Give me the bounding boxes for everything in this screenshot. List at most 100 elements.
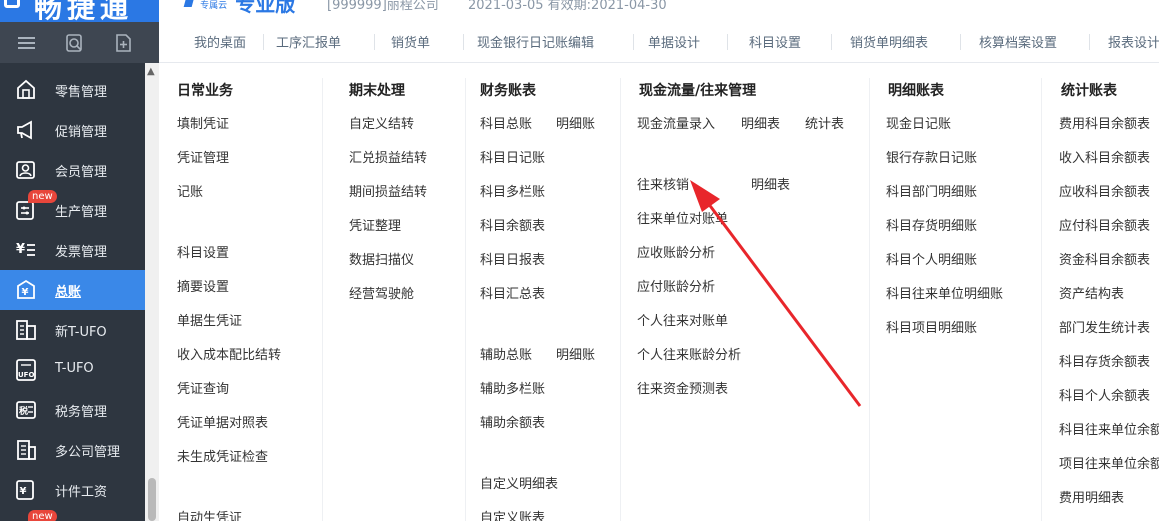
menu-item[interactable]: 明细表 (751, 174, 790, 193)
menu-item[interactable]: 科目往来单位余额表 (1059, 419, 1159, 438)
search-document-icon[interactable] (65, 33, 85, 53)
tab-cash-bank-journal-edit[interactable]: 现金银行日记账编辑 (477, 32, 594, 51)
menu-item[interactable]: 期间损益结转 (349, 181, 427, 200)
menu-item[interactable]: 科目存货明细账 (886, 215, 977, 234)
menu-item[interactable]: 单据生凭证 (177, 310, 242, 329)
menu-item[interactable]: 明细表 (741, 113, 780, 132)
sidebar: 零售管理 促销管理 会员管理 生产管理 new ¥ 发票管理 ¥ 总账 新T-U… (0, 63, 159, 521)
menu-item[interactable]: 自定义明细表 (480, 473, 558, 492)
scroll-up-arrow-icon[interactable]: ▲ (147, 66, 155, 77)
add-document-icon[interactable] (113, 33, 133, 53)
menu-item[interactable]: 收入科目余额表 (1059, 147, 1150, 166)
tab-divider (1089, 34, 1090, 50)
menu-item[interactable]: 往来单位对账单 (637, 208, 728, 227)
sidebar-item-label: 会员管理 (55, 165, 108, 180)
menu-item[interactable]: 资产结构表 (1059, 283, 1124, 302)
menu-item[interactable]: 银行存款日记账 (886, 147, 977, 166)
sidebar-scroll-thumb[interactable] (148, 478, 156, 521)
menu-item[interactable]: 科目设置 (177, 242, 229, 261)
menu-item[interactable]: 明细账 (556, 344, 595, 363)
tax-icon: 税 (16, 401, 36, 419)
menu-item[interactable]: 辅助余额表 (480, 412, 545, 431)
menu-item[interactable]: 应付科目余额表 (1059, 215, 1150, 234)
sidebar-item-new-tufo[interactable]: 新T-UFO (0, 310, 145, 350)
menu-item[interactable]: 往来资金预测表 (637, 378, 728, 397)
sidebar-scrollbar[interactable] (145, 63, 159, 521)
sidebar-item-general-ledger[interactable]: ¥ 总账 (0, 270, 145, 310)
menu-item[interactable]: 经营驾驶舱 (349, 283, 414, 302)
menu-item[interactable]: 部门发生统计表 (1059, 317, 1150, 336)
menu-item[interactable]: 填制凭证 (177, 113, 229, 132)
menu-item[interactable]: 科目日记账 (480, 147, 545, 166)
menu-item[interactable]: 记账 (177, 181, 203, 200)
menu-item[interactable]: 科目项目明细账 (886, 317, 977, 336)
sidebar-item-promotion[interactable]: 促销管理 (0, 110, 145, 150)
menu-item[interactable]: 费用明细表 (1059, 487, 1124, 506)
tab-divider (463, 34, 464, 50)
menu-item[interactable]: 个人往来对账单 (637, 310, 728, 329)
menu-item[interactable]: 资金科目余额表 (1059, 249, 1150, 268)
menu-item[interactable]: 自定义结转 (349, 113, 414, 132)
menu-item[interactable]: 汇兑损益结转 (349, 147, 427, 166)
tab-report-design[interactable]: 报表设计 (1108, 32, 1159, 51)
menu-item[interactable]: 未生成凭证检查 (177, 446, 268, 465)
menu-item[interactable]: 科目部门明细账 (886, 181, 977, 200)
menu-item[interactable]: 凭证查询 (177, 378, 229, 397)
tab-process-report[interactable]: 工序汇报单 (276, 32, 341, 51)
sidebar-item-multi-company[interactable]: 多公司管理 (0, 430, 145, 470)
menu-item[interactable]: 现金日记账 (886, 113, 951, 132)
menu-item[interactable]: 科目个人余额表 (1059, 385, 1150, 404)
sidebar-item-piece-wage[interactable]: ¥ 计件工资 (0, 470, 145, 510)
menu-item[interactable]: 凭证管理 (177, 147, 229, 166)
tab-my-desktop[interactable]: 我的桌面 (194, 32, 246, 51)
menu-item[interactable]: 科目个人明细账 (886, 249, 977, 268)
menu-item[interactable]: 摘要设置 (177, 276, 229, 295)
menu-item[interactable]: 科目余额表 (480, 215, 545, 234)
menu-item[interactable]: 收入成本配比结转 (177, 344, 281, 363)
sidebar-item-tax[interactable]: 税 税务管理 (0, 390, 145, 430)
menu-item[interactable]: 科目总账 (480, 113, 532, 132)
menu-item-reconciliation[interactable]: 往来核销 (637, 174, 689, 193)
column-divider (620, 78, 621, 521)
menu-item[interactable]: 凭证单据对照表 (177, 412, 268, 431)
menu-item[interactable]: 辅助总账 (480, 344, 532, 363)
app-logo[interactable]: 畅捷通 (0, 0, 159, 22)
tab-sales-order[interactable]: 销货单 (391, 32, 430, 51)
menu-item[interactable]: 应付账龄分析 (637, 276, 715, 295)
sidebar-item-invoice[interactable]: ¥ 发票管理 (0, 230, 145, 270)
menu-item[interactable]: 科目存货余额表 (1059, 351, 1150, 370)
menu-column-title: 财务账表 (480, 83, 536, 99)
sidebar-item-label: 多公司管理 (55, 445, 121, 460)
menu-item[interactable]: 应收科目余额表 (1059, 181, 1150, 200)
menu-item[interactable]: 自动生凭证 (177, 507, 242, 521)
menu-item[interactable]: 应收账龄分析 (637, 242, 715, 261)
sidebar-item-production[interactable]: 生产管理 (0, 190, 145, 230)
tab-document-design[interactable]: 单据设计 (648, 32, 700, 51)
menu-item[interactable]: 费用科目余额表 (1059, 113, 1150, 132)
menu-item[interactable]: 现金流量录入 (637, 113, 715, 132)
tab-divider (633, 34, 634, 50)
general-ledger-menu: 日常业务 填制凭证 凭证管理 记账 科目设置 摘要设置 单据生凭证 收入成本配比… (159, 63, 1159, 521)
menu-item[interactable]: 科目多栏账 (480, 181, 545, 200)
tab-accounting-archive-settings[interactable]: 核算档案设置 (979, 32, 1057, 51)
menu-item[interactable]: 科目日报表 (480, 249, 545, 268)
menu-item[interactable]: 自定义账表 (480, 507, 545, 521)
sidebar-item-retail[interactable]: 零售管理 (0, 70, 145, 110)
tab-divider (831, 34, 832, 50)
menu-item[interactable]: 项目往来单位余额表 (1059, 453, 1159, 472)
menu-item[interactable]: 辅助多栏账 (480, 378, 545, 397)
menu-item[interactable]: 凭证整理 (349, 215, 401, 234)
top-bar: 畅捷通 专属云 专业版 [999999]丽程公司 2021-03-05 有效期:… (0, 0, 1159, 22)
company-name[interactable]: [999999]丽程公司 (327, 0, 439, 13)
menu-item[interactable]: 明细账 (556, 113, 595, 132)
sidebar-item-tufo[interactable]: UFO T-UFO (0, 350, 145, 390)
tab-sales-detail[interactable]: 销货单明细表 (850, 32, 928, 51)
hamburger-menu-icon[interactable] (17, 33, 37, 53)
sidebar-item-member[interactable]: 会员管理 (0, 150, 145, 190)
menu-item[interactable]: 个人往来账龄分析 (637, 344, 741, 363)
menu-item[interactable]: 科目往来单位明细账 (886, 283, 1003, 302)
menu-item[interactable]: 统计表 (805, 113, 844, 132)
menu-item[interactable]: 科目汇总表 (480, 283, 545, 302)
menu-item[interactable]: 数据扫描仪 (349, 249, 414, 268)
tab-account-settings[interactable]: 科目设置 (749, 32, 801, 51)
